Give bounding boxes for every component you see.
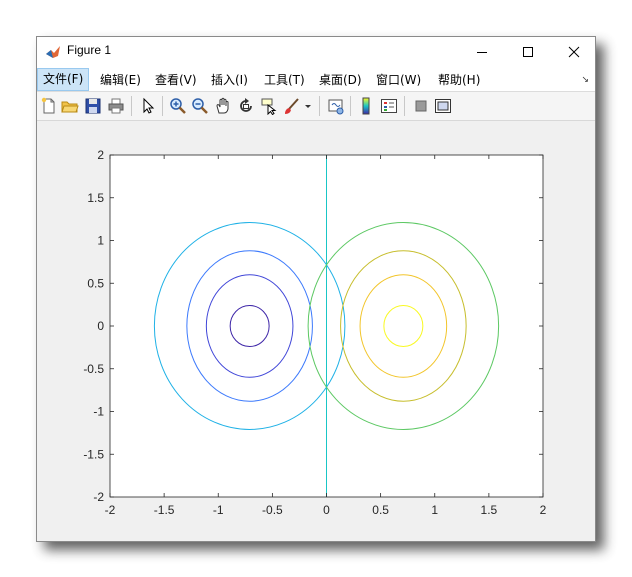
y-tick-label: -2 — [93, 490, 104, 504]
legend-icon[interactable] — [380, 97, 398, 115]
menu-edit[interactable]: 编辑(E) — [95, 70, 146, 91]
menu-tools[interactable]: 工具(T) — [259, 70, 310, 91]
menu-bar: 文件(F) 编辑(E) 查看(V) 插入(I) 工具(T) 桌面(D) 窗口(W… — [37, 66, 595, 92]
y-tick-label: -0.5 — [83, 362, 104, 376]
figure-toolbar — [37, 92, 595, 121]
x-tick-label: -0.5 — [262, 503, 283, 517]
data-cursor-icon[interactable] — [260, 97, 278, 115]
toolbar-separator — [162, 96, 163, 116]
pan-hand-icon[interactable] — [214, 97, 232, 115]
brush-icon[interactable] — [283, 97, 301, 115]
y-tick-label: 1.5 — [87, 191, 104, 205]
link-plot-icon[interactable] — [327, 97, 345, 115]
menu-desktop[interactable]: 桌面(D) — [314, 70, 367, 91]
toolbar-separator — [404, 96, 405, 116]
x-tick-label: -2 — [105, 503, 116, 517]
y-tick-label: 1 — [97, 234, 104, 248]
toolbar-separator — [131, 96, 132, 116]
zoom-in-icon[interactable] — [169, 97, 187, 115]
show-plot-tools-icon[interactable] — [434, 97, 452, 115]
zoom-out-icon[interactable] — [191, 97, 209, 115]
title-bar[interactable]: Figure 1 — [37, 37, 595, 66]
menu-file[interactable]: 文件(F) — [37, 68, 90, 91]
y-tick-label: -1.5 — [83, 447, 104, 461]
x-tick-label: 1.5 — [481, 503, 498, 517]
minimize-icon — [477, 51, 487, 53]
x-tick-label: 0 — [323, 503, 330, 517]
x-tick-label: 0.5 — [372, 503, 389, 517]
figure-window: Figure 1 文件(F) 编辑(E) 查看(V) 插入(I) 工具(T) 桌… — [36, 36, 596, 542]
window-title: Figure 1 — [67, 43, 112, 57]
x-tick-label: -1.5 — [154, 503, 175, 517]
toolbar-separator — [319, 96, 320, 116]
menu-window[interactable]: 窗口(W) — [371, 70, 426, 91]
minimize-button[interactable] — [459, 37, 505, 66]
select-arrow-icon[interactable] — [139, 97, 157, 115]
x-tick-label: -1 — [213, 503, 224, 517]
maximize-button[interactable] — [505, 37, 551, 66]
x-tick-label: 1 — [431, 503, 438, 517]
y-tick-label: 0 — [97, 319, 104, 333]
open-file-icon[interactable] — [61, 97, 79, 115]
contour-plot[interactable]: -2 -1.5 -1 -0.5 0 0.5 1 1.5 2 2 1.5 1 0.5 0 -0.5 -1 -1.5… — [37, 121, 595, 541]
close-icon — [568, 46, 580, 57]
maximize-icon — [523, 46, 533, 57]
menu-insert[interactable]: 插入(I) — [206, 70, 253, 91]
toolbar-separator — [350, 96, 351, 116]
menu-view[interactable]: 查看(V) — [150, 70, 202, 91]
colorbar-icon[interactable] — [357, 97, 375, 115]
menu-help[interactable]: 帮助(H) — [433, 70, 485, 91]
y-tick-label: -1 — [93, 405, 104, 419]
new-figure-icon[interactable] — [40, 97, 58, 115]
close-button[interactable] — [551, 37, 597, 66]
figure-canvas[interactable]: -2 -1.5 -1 -0.5 0 0.5 1 1.5 2 2 1.5 1 0.5 0 -0.5 -1 -1.5… — [37, 121, 595, 541]
print-icon[interactable] — [107, 97, 125, 115]
matlab-logo-icon — [45, 44, 61, 60]
hide-plot-tools-icon[interactable] — [412, 97, 430, 115]
rotate-3d-icon[interactable] — [237, 97, 255, 115]
x-tick-label: 2 — [540, 503, 547, 517]
y-tick-label: 2 — [97, 148, 104, 162]
y-tick-label: 0.5 — [87, 276, 104, 290]
dock-arrow-icon[interactable]: ↘ — [581, 75, 589, 85]
save-icon[interactable] — [84, 97, 102, 115]
brush-dropdown-icon[interactable] — [303, 97, 313, 115]
